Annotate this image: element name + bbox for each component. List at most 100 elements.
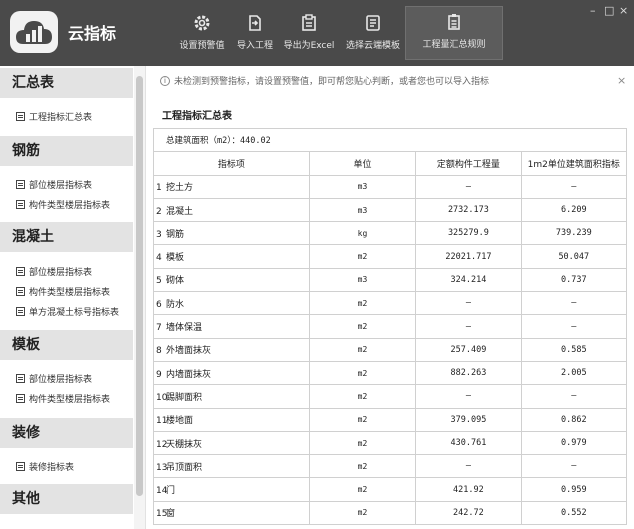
row-number: 5 bbox=[156, 276, 162, 287]
info-icon: i bbox=[160, 75, 170, 86]
cell-item: 6 防水 bbox=[153, 291, 310, 316]
table-icon bbox=[16, 394, 25, 403]
item-name: 窗 bbox=[166, 509, 176, 520]
set-warning-button[interactable]: 设置预警值 bbox=[174, 6, 230, 60]
sidebar-item-formwork-component[interactable]: 构件类型楼层指标表 bbox=[16, 392, 110, 405]
cell-unit: m2 bbox=[308, 360, 417, 386]
cell-quantity: 421.92 bbox=[415, 477, 522, 502]
sidebar-item-concrete-floor[interactable]: 部位楼层指标表 bbox=[16, 265, 92, 278]
item-name: 内墙面抹灰 bbox=[166, 369, 212, 380]
header-item: 指标项 bbox=[153, 151, 310, 176]
import-icon bbox=[249, 15, 261, 31]
cell-index: — bbox=[520, 314, 628, 339]
table-row[interactable]: 6 防水 m2— — bbox=[153, 291, 628, 316]
cell-item: 5 砌体 bbox=[153, 267, 310, 293]
cell-item: 3 钢筋 bbox=[153, 221, 310, 246]
section-other[interactable]: 其他 bbox=[0, 484, 133, 514]
total-area-row: 总建筑面积（m2）：440.02 bbox=[153, 127, 627, 153]
table-row[interactable]: 13吊顶面积 m2— — bbox=[153, 454, 628, 479]
table-icon bbox=[16, 180, 25, 189]
table-row[interactable]: 15窗 m2 242.72 0.552 bbox=[153, 500, 628, 526]
cell-index: — bbox=[520, 384, 628, 409]
item-name: 楼地面 bbox=[166, 416, 194, 427]
cell-index: 0.979 bbox=[520, 430, 628, 456]
cell-quantity: 379.095 bbox=[415, 407, 522, 432]
cell-index: 739.239 bbox=[520, 221, 628, 246]
cell-quantity: 22021.717 bbox=[415, 244, 522, 269]
summary-rules-label: 工程量汇总规则 bbox=[422, 40, 486, 50]
table-row[interactable]: 14门 m2 421.92 0.959 bbox=[153, 477, 628, 502]
item-name: 外墙面抹灰 bbox=[166, 346, 212, 357]
row-number: 7 bbox=[156, 323, 162, 334]
sidebar-item-concrete-component[interactable]: 构件类型楼层指标表 bbox=[16, 285, 110, 298]
import-project-button[interactable]: 导入工程 bbox=[232, 6, 278, 60]
table-row[interactable]: 3 钢筋 kg 325279.9 739.239 bbox=[153, 221, 628, 246]
section-concrete[interactable]: 混凝土 bbox=[0, 222, 133, 252]
minimize-button[interactable]: – bbox=[590, 4, 596, 17]
maximize-button[interactable]: □ bbox=[604, 4, 614, 17]
table-row[interactable]: 1 挖土方 m3— — bbox=[153, 174, 628, 199]
sidebar-item-rebar-component[interactable]: 构件类型楼层指标表 bbox=[16, 198, 110, 211]
sidebar-item-label: 部位楼层指标表 bbox=[29, 375, 93, 385]
table-row[interactable]: 10踢脚面积 m2— — bbox=[153, 384, 628, 409]
cell-unit: m2 bbox=[308, 291, 417, 316]
import-project-label: 导入工程 bbox=[236, 41, 273, 51]
section-decoration[interactable]: 装修 bbox=[0, 418, 133, 448]
cell-item: 14门 bbox=[153, 477, 310, 502]
table-row[interactable]: 12天棚抹灰 m2 430.761 0.979 bbox=[153, 430, 628, 456]
app-name: 云指标 bbox=[68, 24, 117, 43]
cell-quantity: 2732.173 bbox=[415, 197, 522, 223]
table-icon bbox=[16, 287, 25, 296]
export-excel-button[interactable]: 导出为Excel bbox=[280, 6, 338, 60]
cell-index: 0.862 bbox=[520, 407, 628, 432]
close-window-button[interactable]: × bbox=[619, 4, 628, 17]
cell-item: 9 内墙面抹灰 bbox=[153, 360, 310, 386]
row-number: 15 bbox=[156, 509, 168, 520]
cell-unit: m3 bbox=[308, 174, 417, 199]
scrollbar-thumb[interactable] bbox=[136, 76, 143, 496]
section-formwork[interactable]: 模板 bbox=[0, 330, 133, 360]
item-name: 砌体 bbox=[166, 276, 185, 287]
table-row[interactable]: 5 砌体 m3 324.214 0.737 bbox=[153, 267, 628, 293]
select-template-button[interactable]: 选择云端模板 bbox=[342, 6, 404, 60]
cell-index: — bbox=[520, 174, 628, 199]
section-rebar[interactable]: 钢筋 bbox=[0, 136, 133, 166]
table-row[interactable]: 7 墙体保温 m2— — bbox=[153, 314, 628, 339]
row-number: 8 bbox=[156, 346, 162, 357]
warning-notice: i 未检测到预警指标，请设置预警值，即可帮您贴心判断，或者您也可以导入指标 bbox=[160, 74, 489, 87]
header-unit: 单位 bbox=[308, 151, 417, 176]
cell-unit: m2 bbox=[308, 384, 417, 409]
summary-rules-button[interactable]: 工程量汇总规则 bbox=[405, 6, 503, 60]
cell-unit: m2 bbox=[308, 244, 417, 269]
row-number: 11 bbox=[156, 416, 168, 427]
sidebar-item-project-summary[interactable]: 工程指标汇总表 bbox=[16, 110, 92, 123]
cell-quantity: 430.761 bbox=[415, 430, 522, 456]
table-row[interactable]: 4 模板 m2 22021.717 50.047 bbox=[153, 244, 628, 269]
row-number: 4 bbox=[156, 253, 162, 264]
sidebar-item-formwork-floor[interactable]: 部位楼层指标表 bbox=[16, 372, 92, 385]
cell-index: 0.552 bbox=[520, 500, 628, 526]
item-name: 混凝土 bbox=[166, 206, 194, 217]
cell-unit: kg bbox=[308, 221, 417, 246]
item-name: 墙体保温 bbox=[166, 323, 203, 334]
sidebar-item-concrete-grade[interactable]: 单方混凝土标号指标表 bbox=[16, 305, 119, 318]
sidebar-item-label: 部位楼层指标表 bbox=[29, 268, 93, 278]
row-number: 9 bbox=[156, 369, 162, 380]
cell-unit: m2 bbox=[308, 430, 417, 456]
sidebar-scrollbar[interactable] bbox=[134, 66, 145, 529]
table-body: 1 挖土方 m3— —2 混凝土 m3 2732.173 6.209 3 钢筋 kg 325279.9… bbox=[153, 174, 628, 526]
sidebar-item-label: 工程指标汇总表 bbox=[29, 113, 93, 123]
row-number: 14 bbox=[156, 486, 168, 497]
table-row[interactable]: 11楼地面 m2 379.095 0.862 bbox=[153, 407, 628, 432]
row-number: 10 bbox=[156, 392, 168, 403]
table-row[interactable]: 9 内墙面抹灰 m2 882.263 2.005 bbox=[153, 360, 628, 386]
item-name: 吊顶面积 bbox=[166, 462, 203, 473]
sidebar-item-rebar-floor[interactable]: 部位楼层指标表 bbox=[16, 178, 92, 191]
table-icon bbox=[16, 200, 25, 209]
close-notice-button[interactable]: × bbox=[617, 74, 626, 87]
table-row[interactable]: 8 外墙面抹灰 m2 257.409 0.585 bbox=[153, 337, 628, 362]
cell-quantity: 882.263 bbox=[415, 360, 522, 386]
table-row[interactable]: 2 混凝土 m3 2732.173 6.209 bbox=[153, 197, 628, 223]
sidebar-item-decoration[interactable]: 装修指标表 bbox=[16, 460, 74, 473]
section-summary[interactable]: 汇总表 bbox=[0, 68, 133, 98]
